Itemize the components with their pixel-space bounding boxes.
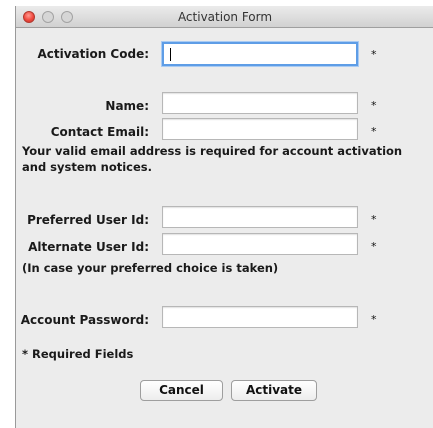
window-title: Activation Form	[177, 10, 273, 24]
activation-code-label: Activation Code:	[37, 47, 149, 61]
alternate-user-id-required-mark: *	[371, 240, 377, 253]
activation-form-window: Activation Form Activation Code: * Name:…	[15, 6, 433, 428]
activation-code-required-mark: *	[371, 48, 377, 61]
name-input[interactable]	[162, 92, 358, 114]
preferred-user-id-required-mark: *	[371, 213, 377, 226]
cancel-button[interactable]: Cancel	[140, 380, 223, 401]
account-password-input[interactable]	[162, 306, 358, 328]
account-password-required-mark: *	[371, 313, 377, 326]
name-required-mark: *	[371, 99, 377, 112]
account-password-label: Account Password:	[20, 313, 149, 327]
text-caret	[170, 48, 171, 61]
title-bar: Activation Form	[16, 6, 433, 28]
email-requirement-note: Your valid email address is required for…	[22, 144, 403, 174]
preferred-user-id-input[interactable]	[162, 206, 358, 228]
alternate-user-id-input[interactable]	[162, 233, 358, 255]
activation-code-input[interactable]	[162, 42, 358, 66]
contact-email-required-mark: *	[371, 125, 377, 138]
activate-button[interactable]: Activate	[231, 380, 317, 401]
contact-email-label: Contact Email:	[50, 125, 149, 139]
preferred-user-id-label: Preferred User Id:	[27, 213, 149, 227]
alternate-user-id-label: Alternate User Id:	[28, 240, 149, 254]
contact-email-input[interactable]	[162, 118, 358, 140]
required-fields-note: * Required Fields	[22, 347, 134, 361]
alternate-user-id-note: (In case your preferred choice is taken)	[22, 261, 279, 275]
name-label: Name:	[105, 99, 149, 113]
